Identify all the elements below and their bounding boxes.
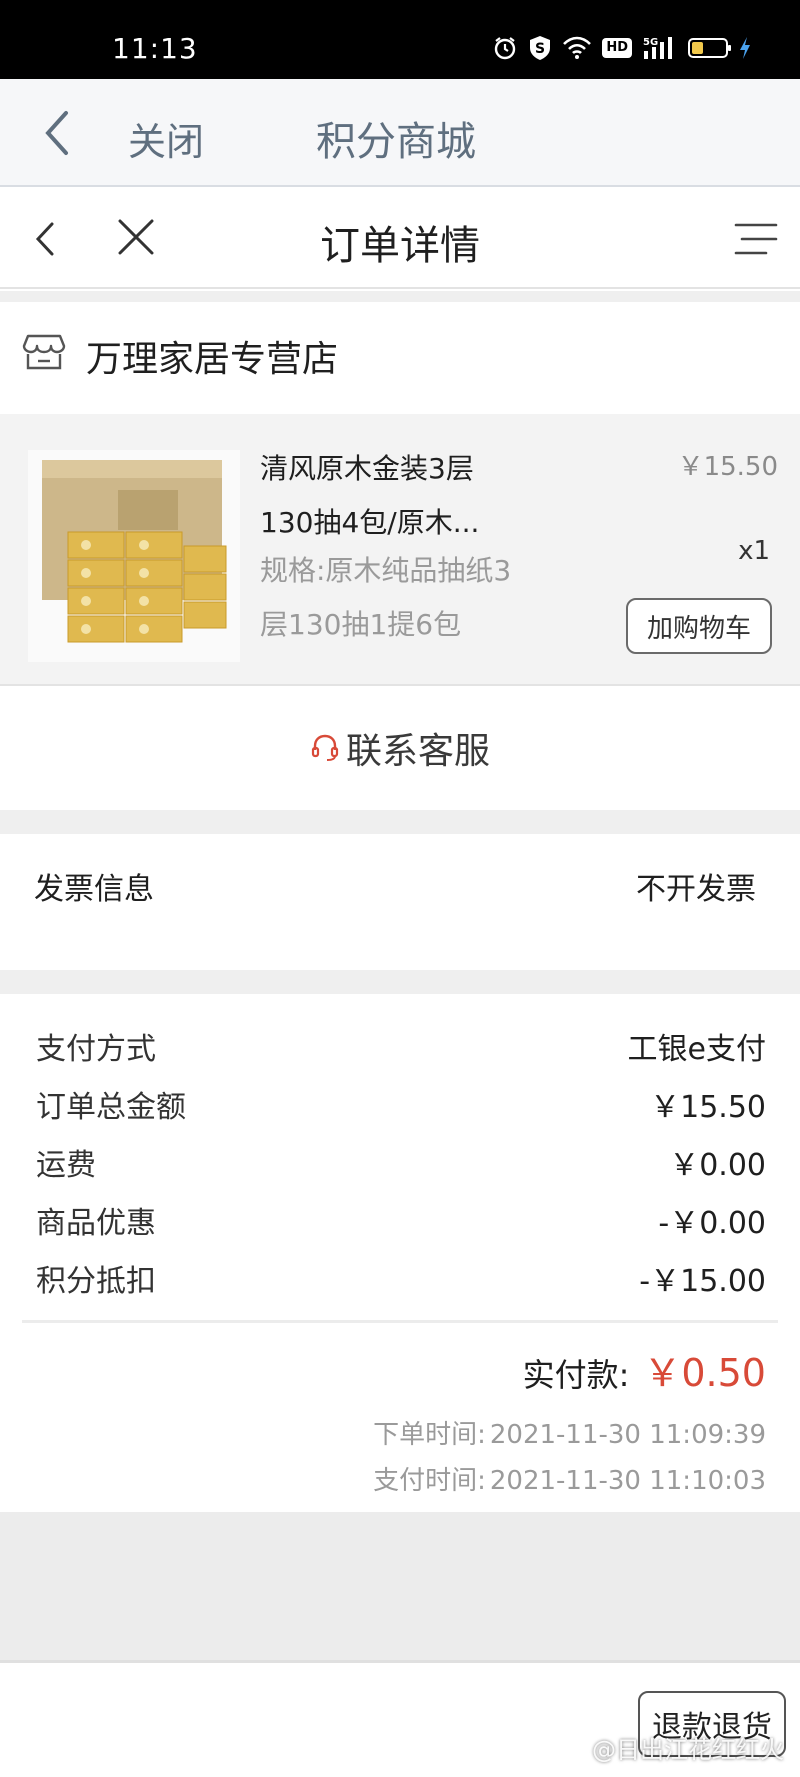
svg-text:S: S (535, 41, 545, 57)
product-quantity: x1 (738, 536, 770, 566)
actual-payment-label: 实付款: (522, 1356, 630, 1394)
hd-icon: HD (602, 38, 632, 58)
watermark: @日出江花红红火 (592, 1736, 784, 1764)
product-price: ￥15.50 (677, 452, 778, 482)
actual-payment: 实付款: ￥0.50 (523, 1342, 766, 1397)
status-icons: S HD 5G (492, 34, 752, 62)
payment-row-label: 订单总金额 (36, 1090, 186, 1125)
points-deduction-row: 积分抵扣 -￥15.00 (36, 1256, 766, 1299)
payment-row-label: 支付方式 (36, 1032, 156, 1067)
payment-row-label: 运费 (36, 1148, 96, 1183)
alarm-icon (492, 35, 518, 61)
payment-row-value: -￥0.00 (658, 1206, 766, 1241)
order-time-value: 2021-11-30 11:09:39 (489, 1420, 766, 1450)
headset-icon (310, 733, 340, 767)
payment-row-label: 积分抵扣 (36, 1264, 156, 1299)
product-name[interactable]: 清风原木金装3层 130抽4包/原木... (260, 442, 550, 550)
discount-row: 商品优惠 -￥0.00 (36, 1198, 766, 1241)
add-to-cart-button[interactable]: 加购物车 (626, 598, 772, 654)
store-header[interactable]: 万理家居专营店 (0, 302, 800, 414)
contact-service-button[interactable]: 联系客服 (0, 686, 800, 810)
product-name-line: 清风原木金装3层 (260, 452, 474, 485)
payment-row-label: 商品优惠 (36, 1206, 156, 1241)
product-spec-line: 规格:原木纯品抽纸3 (260, 554, 512, 587)
payment-row-value: 工银e支付 (627, 1032, 766, 1067)
payment-row-value: ￥15.50 (650, 1090, 766, 1125)
product-item[interactable]: 清风原木金装3层 130抽4包/原木... 规格:原木纯品抽纸3 层130抽1提… (0, 414, 800, 684)
order-time: 下单时间: 2021-11-30 11:09:39 (373, 1414, 766, 1451)
divider (22, 1320, 778, 1323)
charging-icon (738, 36, 752, 60)
svg-text:5G: 5G (643, 37, 658, 48)
store-name: 万理家居专营店 (86, 339, 339, 380)
payment-summary: 支付方式 工银e支付 订单总金额 ￥15.50 运费 ￥0.00 商品优惠 -￥… (0, 994, 800, 1512)
product-spec: 规格:原木纯品抽纸3 层130抽1提6包 (260, 544, 550, 652)
section-gap (0, 810, 800, 834)
page-nav-bar: 订单详情 (0, 189, 800, 289)
shield-s-icon: S (528, 35, 552, 61)
invoice-value: 不开发票 (636, 872, 756, 907)
shipping-fee-row: 运费 ￥0.00 (36, 1140, 766, 1183)
pay-time-label: 支付时间: (373, 1466, 486, 1496)
pay-time: 支付时间: 2021-11-30 11:10:03 (373, 1460, 766, 1497)
app-title: 积分商城 (316, 119, 476, 165)
5g-signal-icon: 5G (642, 35, 678, 61)
invoice-label: 发票信息 (34, 872, 154, 907)
section-gap (0, 291, 800, 302)
payment-row-value: ￥0.00 (669, 1148, 766, 1183)
product-name-line: 130抽4包/原木... (260, 506, 480, 539)
footer-bar: 退款退货 @日出江花红红火 (0, 1663, 800, 1777)
payment-row-value: -￥15.00 (639, 1264, 766, 1299)
close-button[interactable]: 关闭 (128, 111, 204, 166)
blank-area (0, 1512, 800, 1660)
invoice-row[interactable]: 发票信息 不开发票 (0, 834, 800, 970)
actual-payment-value: ￥0.50 (643, 1351, 766, 1395)
back-arrow-icon[interactable] (42, 109, 72, 161)
wifi-icon (562, 36, 592, 60)
status-time: 11:13 (112, 32, 198, 65)
payment-method-row: 支付方式 工银e支付 (36, 1024, 766, 1067)
store-icon (22, 332, 66, 376)
app-header: 关闭 积分商城 (0, 79, 800, 187)
order-total-row: 订单总金额 ￥15.50 (36, 1082, 766, 1125)
pay-time-value: 2021-11-30 11:10:03 (489, 1466, 766, 1496)
order-time-label: 下单时间: (373, 1420, 486, 1450)
product-spec-line: 层130抽1提6包 (260, 608, 462, 641)
product-image[interactable] (28, 450, 240, 662)
battery-icon (688, 38, 731, 58)
section-gap (0, 970, 800, 994)
status-bar: 11:13 S HD 5G (0, 0, 800, 79)
contact-service-label: 联系客服 (345, 731, 490, 772)
page-title: 订单详情 (320, 223, 480, 269)
menu-icon[interactable] (732, 219, 780, 263)
